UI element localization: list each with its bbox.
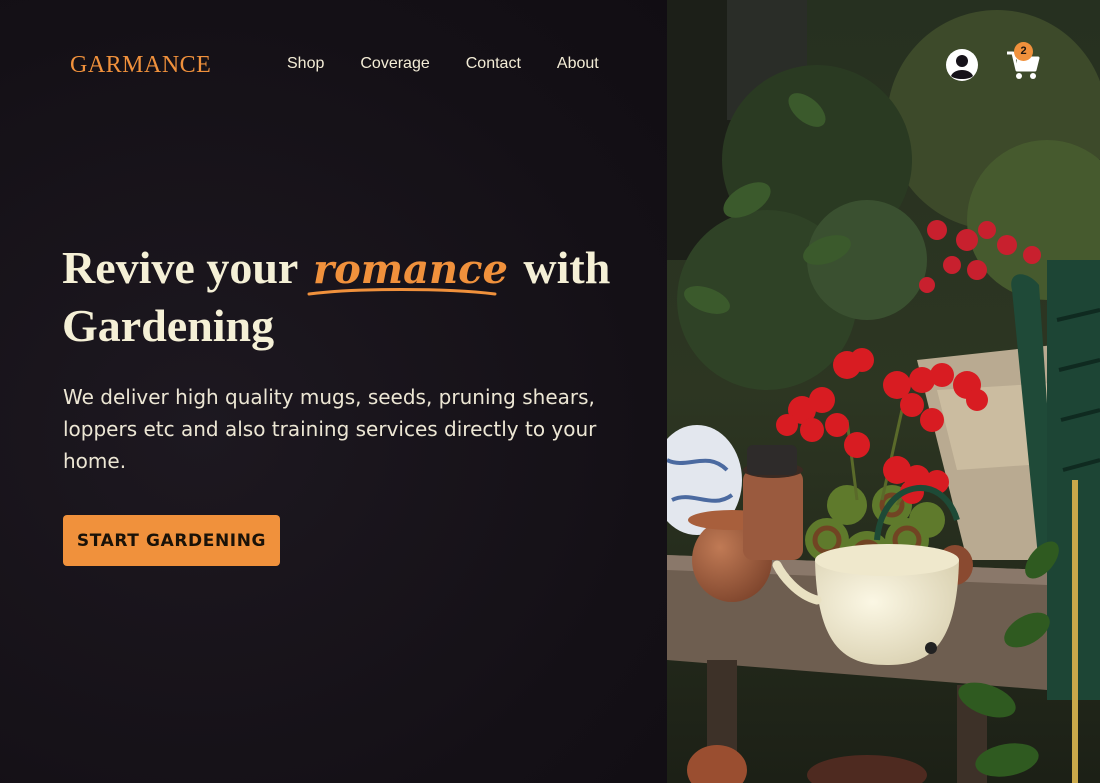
cart-count-badge: 2 [1014, 42, 1033, 61]
account-button[interactable] [945, 48, 979, 82]
nav-link-about[interactable]: About [557, 55, 599, 73]
nav-link-contact[interactable]: Contact [466, 55, 521, 73]
user-circle-icon [946, 49, 978, 81]
headline-before: Revive your [62, 242, 298, 293]
hero-garden-photo [667, 0, 1100, 783]
hero-description: We deliver high quality mugs, seeds, pru… [63, 385, 597, 473]
brand-logo[interactable]: GARMANCE [70, 52, 211, 79]
nav-link-shop[interactable]: Shop [287, 55, 324, 73]
nav-link-coverage[interactable]: Coverage [360, 55, 429, 73]
main-nav: Shop Coverage Contact About [287, 55, 635, 73]
accent-underline [307, 288, 497, 296]
start-gardening-button[interactable]: START GARDENING [63, 515, 280, 566]
